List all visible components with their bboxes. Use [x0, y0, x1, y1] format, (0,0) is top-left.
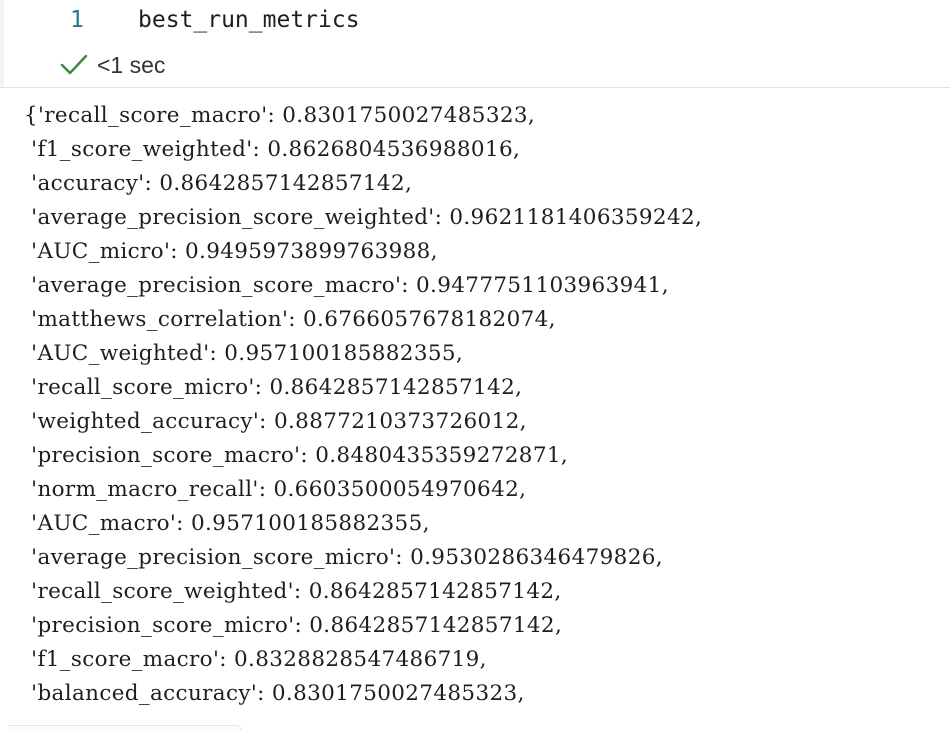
- output-line: 'average_precision_score_macro': 0.94777…: [24, 273, 669, 298]
- output-line: 'precision_score_micro': 0.8642857142857…: [24, 613, 563, 638]
- output-line: 'recall_score_micro': 0.8642857142857142…: [24, 375, 523, 400]
- code-input-area[interactable]: 1 best_run_metrics <1 sec: [0, 0, 950, 87]
- output-line: 'AUC_macro': 0.957100185882355,: [24, 511, 430, 536]
- execution-status: <1 sec: [60, 50, 165, 80]
- output-line: 'matthews_correlation': 0.67660576781820…: [24, 307, 556, 332]
- output-line: 'average_precision_score_weighted': 0.96…: [24, 205, 703, 230]
- output-line: 'accuracy': 0.8642857142857142,: [24, 171, 413, 196]
- line-number: 1: [70, 7, 84, 33]
- output-line: 'norm_macro_recall': 0.6603500054970642,: [24, 477, 527, 502]
- output-line: 'balanced_accuracy': 0.8301750027485323,: [24, 681, 525, 706]
- output-line: 'f1_score_weighted': 0.8626804536988016,: [24, 137, 521, 162]
- check-icon: [60, 54, 88, 75]
- code-line[interactable]: best_run_metrics: [138, 4, 360, 36]
- output-scroll-footer: [8, 725, 241, 730]
- execution-time: <1 sec: [97, 51, 166, 78]
- output-line: {'recall_score_macro': 0.830175002748532…: [24, 103, 536, 128]
- output-line: 'precision_score_macro': 0.8480435359272…: [24, 443, 569, 468]
- output-line: 'AUC_micro': 0.9495973899763988,: [24, 239, 438, 264]
- cell-output: {'recall_score_macro': 0.830175002748532…: [24, 99, 702, 711]
- output-line: 'f1_score_macro': 0.8328828547486719,: [24, 647, 487, 672]
- output-line: 'weighted_accuracy': 0.8877210373726012,: [24, 409, 527, 434]
- output-line: 'recall_score_weighted': 0.8642857142857…: [24, 579, 562, 604]
- output-line: 'AUC_weighted': 0.957100185882355,: [24, 341, 464, 366]
- cell-divider: [0, 87, 950, 88]
- output-line: 'average_precision_score_micro': 0.95302…: [24, 545, 663, 570]
- notebook-cell: 1 best_run_metrics <1 sec {'recall_score…: [0, 0, 950, 730]
